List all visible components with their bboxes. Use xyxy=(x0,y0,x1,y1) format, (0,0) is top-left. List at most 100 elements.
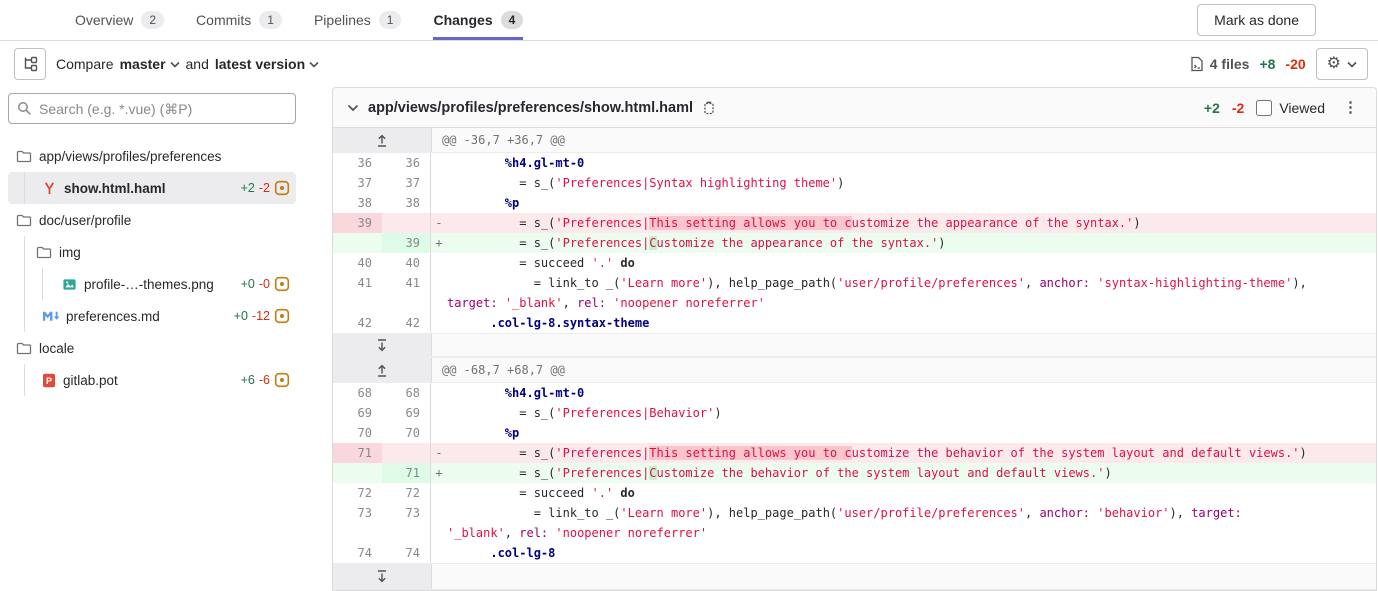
tree-folder-row[interactable]: doc/user/profile xyxy=(8,204,296,236)
old-line-number[interactable]: 73 xyxy=(333,503,382,543)
expand-row-spacer xyxy=(432,564,1376,589)
viewed-toggle[interactable]: Viewed xyxy=(1256,100,1325,116)
expand-up-button[interactable] xyxy=(333,358,432,382)
additions-count: +2 xyxy=(241,181,255,195)
new-line-number[interactable]: 36 xyxy=(382,153,431,173)
code-line: = s_('Preferences|Customize the behavior… xyxy=(447,463,1376,483)
diff-file-card: app/views/profiles/preferences/show.html… xyxy=(332,87,1377,591)
new-line-number[interactable]: 37 xyxy=(382,173,431,193)
svg-text:P: P xyxy=(46,376,52,386)
diff-sign xyxy=(431,313,447,333)
and-label: and xyxy=(186,56,209,72)
new-line-number[interactable]: 71 xyxy=(382,463,431,483)
additions-count: +6 xyxy=(241,373,255,387)
old-line-number[interactable] xyxy=(333,463,382,483)
old-line-number[interactable]: 41 xyxy=(333,273,382,313)
old-line-number[interactable]: 42 xyxy=(333,313,382,333)
diff-sign xyxy=(431,503,447,543)
tree-folder-row[interactable]: app/views/profiles/preferences xyxy=(8,140,296,172)
viewed-checkbox[interactable] xyxy=(1256,100,1272,116)
tab-changes[interactable]: Changes4 xyxy=(433,0,523,40)
diff-line-context: 7070 %p xyxy=(333,423,1376,443)
diff-line-context: 3636 %h4.gl-mt-0 xyxy=(333,153,1376,173)
tree-folder-row[interactable]: img xyxy=(8,236,296,268)
tab-commits[interactable]: Commits1 xyxy=(196,0,282,40)
new-line-number[interactable]: 69 xyxy=(382,403,431,423)
expand-lines-row xyxy=(333,333,1376,357)
old-line-number[interactable]: 36 xyxy=(333,153,382,173)
old-line-number[interactable]: 70 xyxy=(333,423,382,443)
code-line: = s_('Preferences|This setting allows yo… xyxy=(447,213,1376,233)
file-name: gitlab.pot xyxy=(63,373,118,388)
gear-icon: ⚙ xyxy=(1327,56,1341,72)
new-line-number[interactable] xyxy=(382,443,431,463)
tree-file-row[interactable]: profile-…-themes.png+0-0 xyxy=(8,268,296,300)
expand-row-spacer xyxy=(432,334,1376,356)
diff-sign xyxy=(431,383,447,403)
markdown-icon xyxy=(42,309,59,323)
old-line-number[interactable]: 40 xyxy=(333,253,382,273)
diff-line-added: 71+ = s_('Preferences|Customize the beha… xyxy=(333,463,1376,483)
folder-name: locale xyxy=(39,341,74,356)
tab-count-badge: 4 xyxy=(501,11,524,29)
tree-folder-row[interactable]: locale xyxy=(8,332,296,364)
new-line-number[interactable]: 70 xyxy=(382,423,431,443)
expand-up-button[interactable] xyxy=(333,128,432,152)
old-line-number[interactable] xyxy=(333,233,382,253)
tree-file-row[interactable]: preferences.md+0-12 xyxy=(8,300,296,332)
new-line-number[interactable]: 68 xyxy=(382,383,431,403)
modified-icon xyxy=(274,372,290,388)
new-line-number[interactable]: 73 xyxy=(382,503,431,543)
hunk-header-text: @@ -68,7 +68,7 @@ xyxy=(432,358,1376,382)
code-line: = s_('Preferences|Syntax highlighting th… xyxy=(447,173,1376,193)
tree-file-row[interactable]: Pgitlab.pot+6-6 xyxy=(8,364,296,396)
old-line-number[interactable]: 72 xyxy=(333,483,382,503)
file-search-input[interactable] xyxy=(8,93,296,124)
old-line-number[interactable]: 74 xyxy=(333,543,382,563)
new-line-number[interactable]: 72 xyxy=(382,483,431,503)
expand-down-button[interactable] xyxy=(333,334,432,356)
old-line-number[interactable]: 68 xyxy=(333,383,382,403)
old-line-number[interactable]: 39 xyxy=(333,213,382,233)
old-line-number[interactable]: 37 xyxy=(333,173,382,193)
file-options-kebab-icon[interactable]: ⋮ xyxy=(1337,96,1364,119)
new-line-number[interactable]: 41 xyxy=(382,273,431,313)
diff-sign: - xyxy=(431,443,447,463)
diff-line-context: 6868 %h4.gl-mt-0 xyxy=(333,383,1376,403)
folder-icon xyxy=(16,212,32,228)
pot-icon: P xyxy=(42,373,56,388)
new-line-number[interactable] xyxy=(382,213,431,233)
new-line-number[interactable]: 38 xyxy=(382,193,431,213)
diff-line-context: 7272 = succeed '.' do xyxy=(333,483,1376,503)
old-line-number[interactable]: 38 xyxy=(333,193,382,213)
tab-pipelines[interactable]: Pipelines1 xyxy=(314,0,402,40)
new-line-number[interactable]: 39 xyxy=(382,233,431,253)
new-line-number[interactable]: 40 xyxy=(382,253,431,273)
code-line: = succeed '.' do xyxy=(447,253,1376,273)
mark-as-done-button[interactable]: Mark as done xyxy=(1197,4,1316,36)
additions-count: +0 xyxy=(234,309,248,323)
tree-file-row[interactable]: show.html.haml+2-2 xyxy=(8,172,296,204)
diff-file-header: app/views/profiles/preferences/show.html… xyxy=(333,88,1376,128)
tab-overview[interactable]: Overview2 xyxy=(75,0,164,40)
source-branch-dropdown[interactable]: master xyxy=(120,56,180,72)
old-line-number[interactable]: 71 xyxy=(333,443,382,463)
diff-settings-dropdown[interactable]: ⚙ xyxy=(1316,48,1368,80)
additions-count: +0 xyxy=(241,277,255,291)
new-line-number[interactable]: 74 xyxy=(382,543,431,563)
file-change-counts: +0-12 xyxy=(234,308,296,324)
diff-sign xyxy=(431,543,447,563)
viewed-label: Viewed xyxy=(1279,100,1325,116)
file-tree-sidebar: app/views/profiles/preferencesshow.html.… xyxy=(0,87,332,396)
copy-path-icon[interactable] xyxy=(702,100,716,115)
diff-line-context: 7373 = link_to _('Learn more'), help_pag… xyxy=(333,503,1376,543)
new-line-number[interactable]: 42 xyxy=(382,313,431,333)
old-line-number[interactable]: 69 xyxy=(333,403,382,423)
expand-down-button[interactable] xyxy=(333,564,432,589)
chevron-down-icon xyxy=(170,61,180,68)
target-version-dropdown[interactable]: latest version xyxy=(215,56,319,72)
folder-icon xyxy=(16,148,32,164)
file-tree-toggle-button[interactable] xyxy=(14,48,46,80)
collapse-file-chevron-icon[interactable] xyxy=(347,104,359,112)
diff-file-path[interactable]: app/views/profiles/preferences/show.html… xyxy=(368,100,693,116)
